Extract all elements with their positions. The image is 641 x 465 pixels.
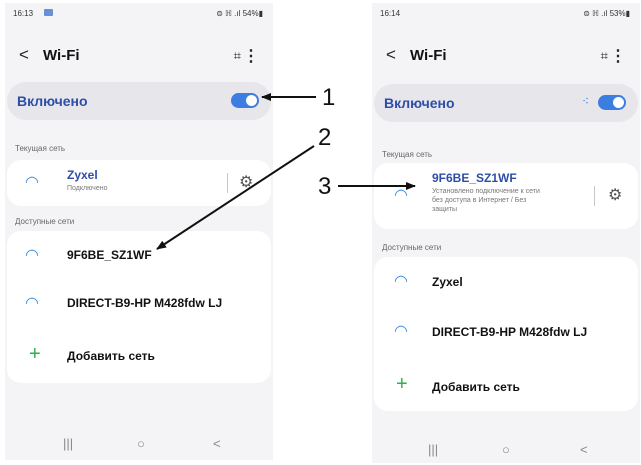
annotation-arrows (156, 93, 416, 250)
annotation-number-1: 1 (322, 84, 336, 111)
annotation-number-3: 3 (318, 173, 332, 200)
annotation-number-2: 2 (318, 124, 332, 151)
arrow-2 (156, 145, 315, 250)
